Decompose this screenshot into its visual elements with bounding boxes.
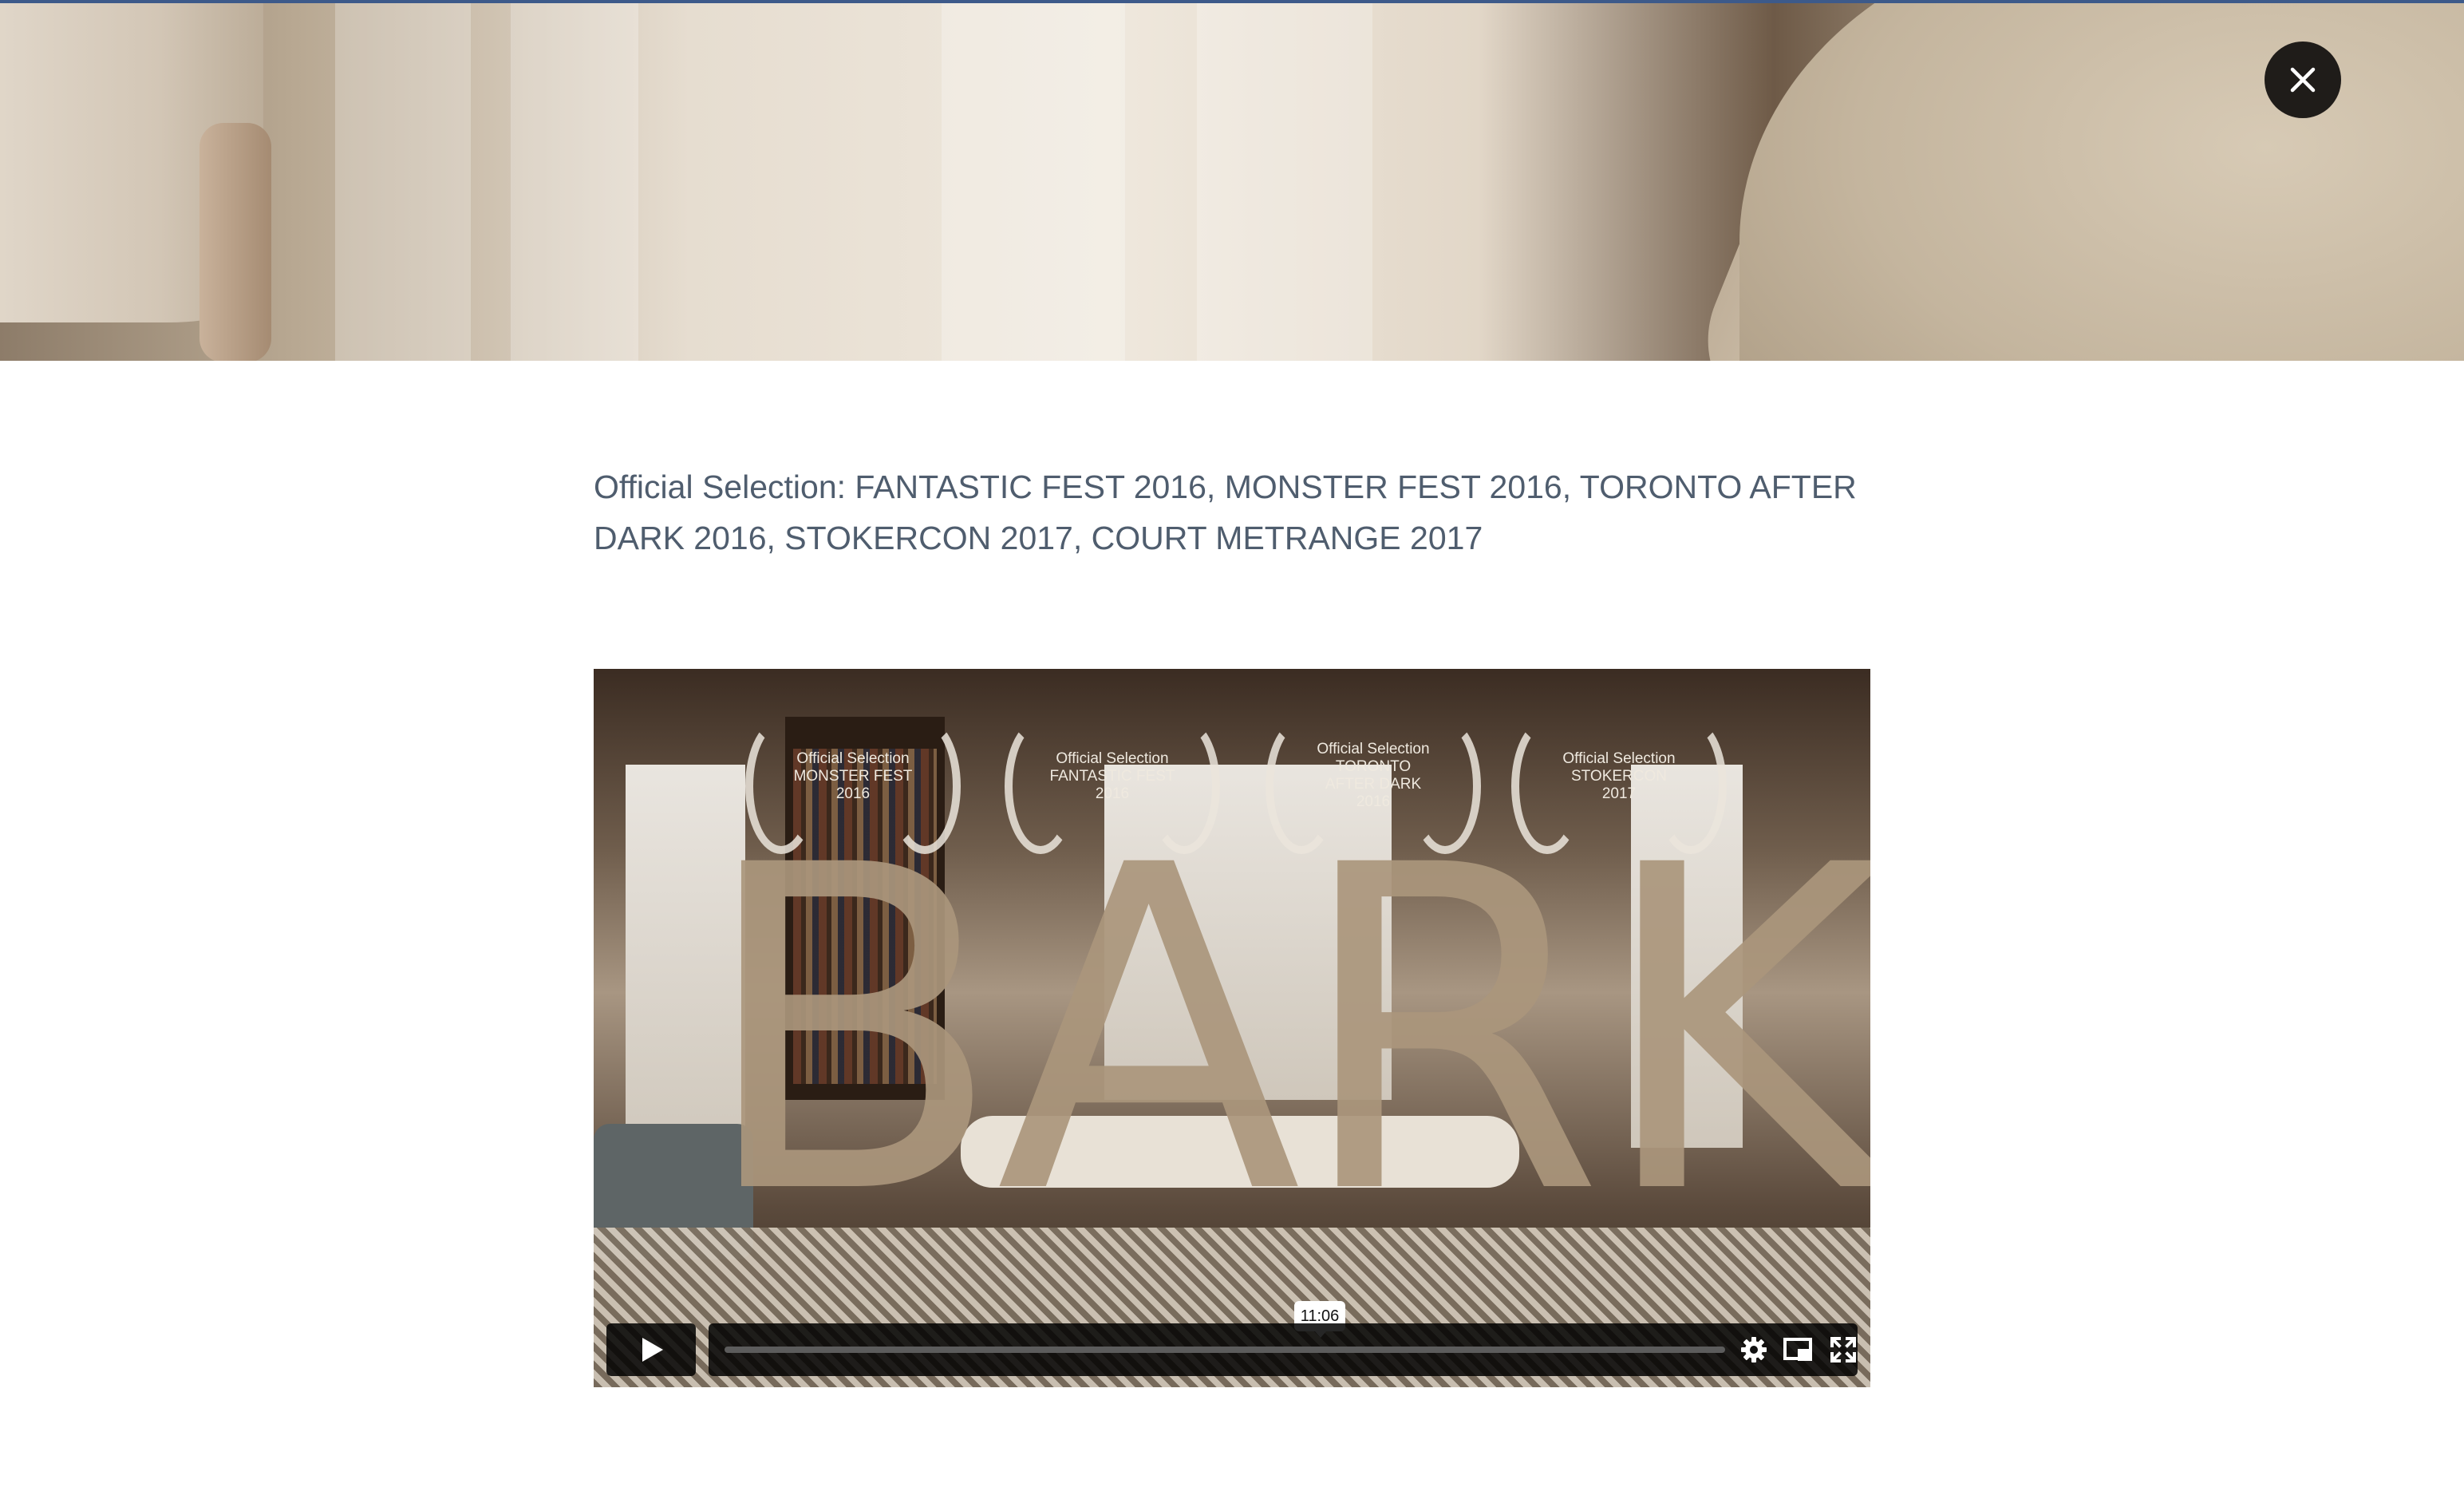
video-player[interactable]: Official Selection MONSTER FEST 2016 Off… <box>594 669 1870 1387</box>
settings-icon <box>1741 1337 1767 1362</box>
hero-figure-leg <box>199 123 271 361</box>
official-selection-text: Official Selection: FANTASTIC FEST 2016,… <box>594 469 1857 556</box>
close-button[interactable] <box>2265 42 2341 118</box>
close-icon <box>2290 67 2316 93</box>
progress-track[interactable] <box>725 1347 1725 1353</box>
fullscreen-icon <box>1830 1337 1856 1362</box>
control-bar <box>709 1323 1858 1376</box>
fullscreen-button[interactable] <box>1826 1332 1861 1367</box>
video-controls <box>606 1323 1858 1376</box>
hero-window <box>1197 3 1372 361</box>
hero-banner-image <box>0 3 2464 361</box>
play-icon <box>642 1338 663 1362</box>
play-button[interactable] <box>606 1323 696 1376</box>
settings-button[interactable] <box>1736 1332 1771 1367</box>
picture-in-picture-icon <box>1783 1338 1812 1361</box>
hero-figure-right <box>1739 3 2464 361</box>
picture-in-picture-button[interactable] <box>1781 1332 1816 1367</box>
video-title-overlay: BARK <box>697 772 1870 1292</box>
hero-window <box>511 3 638 361</box>
hero-window <box>942 3 1125 361</box>
hero-window <box>335 3 471 361</box>
